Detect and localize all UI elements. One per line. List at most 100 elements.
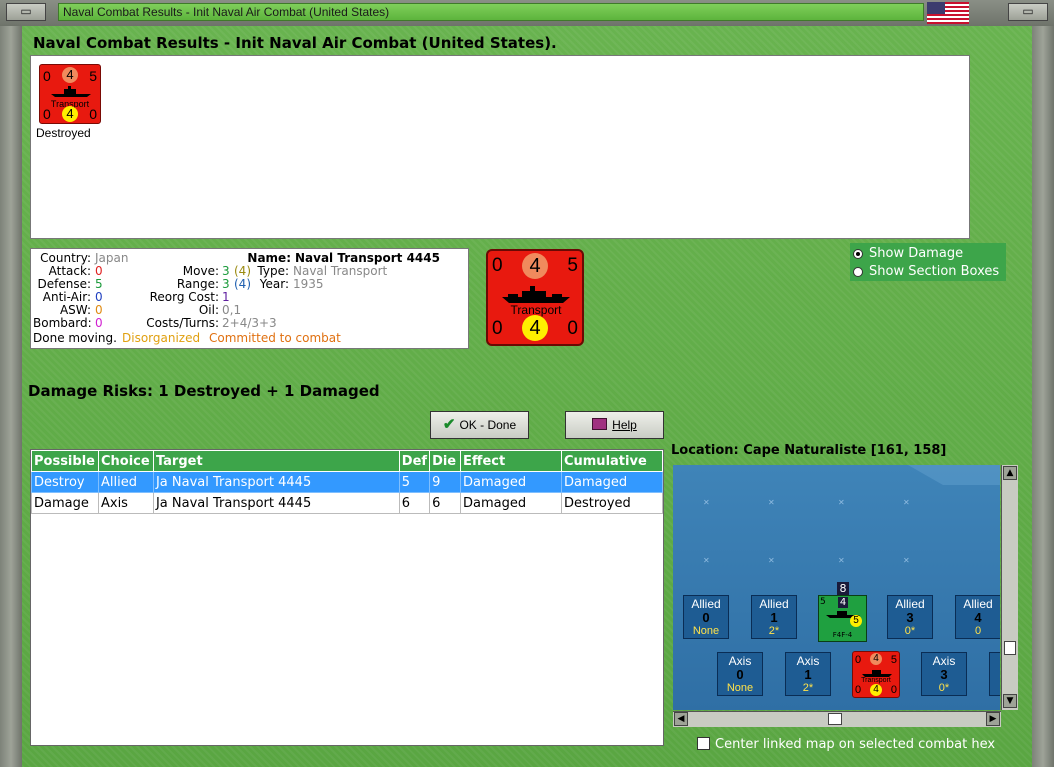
allied-box-title: Allied [691,597,721,611]
big-counter-attack-circle: 4 [522,253,548,279]
cell-effect: Damaged [460,471,562,493]
cell-def: 5 [398,471,431,493]
counter-bottom-left: 0 [43,106,51,122]
cell-cumulative: Damaged [560,471,663,493]
help-button[interactable]: Help [565,411,664,439]
window-close-button[interactable]: ▭ [1008,3,1048,21]
col-die[interactable]: Die [429,450,462,472]
col-target[interactable]: Target [152,450,400,472]
left-frame-rail [0,26,22,767]
window-menu-button[interactable]: ▭ [6,3,46,21]
axis-box-sub: None [726,682,754,694]
combat-hex-map[interactable]: ✕ ✕ ✕ ✕ ✕ ✕ ✕ ✕ Allied 0 None Allied 1 2* Alli… [673,465,1000,710]
carrier-left-value: 5 [820,597,826,607]
counter-defense-circle: 4 [62,106,78,122]
map-counter-defense-circle: 4 [870,684,882,696]
axis-box-sub: 2* [802,682,814,694]
table-header-row: Possible Choice Target Def Die Effect Cu… [31,450,663,472]
window-close-icon: ▭ [1022,4,1034,18]
col-cumulative[interactable]: Cumulative [560,450,663,472]
col-effect[interactable]: Effect [460,450,562,472]
allied-box-number: 3 [906,610,914,625]
axis-box-sub: 0* [938,682,950,694]
svg-text:✕: ✕ [838,556,845,565]
title-bar: ▭ Naval Combat Results - Init Naval Air … [0,0,1054,27]
year-label: Year: [259,277,289,291]
results-table-panel: Possible Choice Target Def Die Effect Cu… [30,449,664,746]
counter-top-right: 5 [89,68,97,84]
ok-done-button[interactable]: ✔ OK - Done [430,411,529,439]
carrier-label: F4F-4 [832,631,853,639]
allied-box-1: Allied 1 2* [751,595,797,639]
map-vertical-scrollbar[interactable]: ▲ ▼ [1001,465,1018,710]
map-horizontal-scrollbar[interactable]: ◀ ▶ [673,711,1001,727]
allied-box-number: 1 [770,610,778,625]
svg-text:✕: ✕ [838,498,845,507]
svg-text:✕: ✕ [768,556,775,565]
center-map-option[interactable]: Center linked map on selected combat hex [697,737,995,752]
cell-choice: Axis [97,492,154,514]
scroll-down-arrow-icon[interactable]: ▼ [1003,694,1017,708]
map-counter-attack-circle: 4 [870,653,882,665]
map-transport-counter[interactable]: 0 4 5 Transport 0 4 0 [852,651,900,698]
scroll-left-arrow-icon[interactable]: ◀ [674,712,688,726]
allied-box-sub: 0* [904,625,916,637]
right-frame-rail [1032,26,1054,767]
scroll-right-arrow-icon[interactable]: ▶ [986,712,1000,726]
allied-box-4: Allied 4 0 [955,595,1000,639]
col-def[interactable]: Def [398,450,431,472]
allied-box-0: Allied 0 None [683,595,729,639]
table-row[interactable]: Damage Axis Ja Naval Transport 4445 6 6 … [31,492,663,514]
col-choice[interactable]: Choice [97,450,154,472]
cell-cumulative: Destroyed [560,492,663,514]
horizontal-scroll-thumb[interactable] [828,713,842,725]
bombard-label: Bombard: [33,316,92,330]
big-counter-top-left: 0 [492,255,503,276]
results-table: Possible Choice Target Def Die Effect Cu… [31,450,663,514]
axis-box-1: Axis 1 2* [785,652,831,696]
table-row[interactable]: Destroy Allied Ja Naval Transport 4445 5… [31,471,663,493]
scroll-up-arrow-icon[interactable]: ▲ [1003,466,1017,480]
unit-status-label: Destroyed [36,126,91,140]
cell-target: Ja Naval Transport 4445 [152,492,400,514]
bombard-value: 0 [95,316,103,330]
map-counter-bottom-left: 0 [855,684,862,696]
big-counter-bottom-left: 0 [492,318,503,339]
carrier-air-counter[interactable]: 8 4 5 5 F4F-4 [818,582,867,642]
axis-box-3: Axis 3 0* [921,652,967,696]
carrier-mid-value: 4 [838,597,848,608]
map-counter-top-left: 0 [855,654,862,666]
map-counter-label: Transport [861,677,891,684]
svg-text:✕: ✕ [703,556,710,565]
big-counter-top-right: 5 [567,255,578,276]
vertical-scroll-thumb[interactable] [1004,641,1016,655]
unit-info-panel: Country: Japan Attack: 0 Defense: 5 Anti… [30,248,469,349]
col-possible[interactable]: Possible [31,450,99,472]
window-title: Naval Combat Results - Init Naval Air Co… [58,3,924,21]
us-flag-icon [927,2,969,24]
center-map-label: Center linked map on selected combat hex [715,737,996,752]
show-damage-radio[interactable] [853,249,863,259]
cell-def: 6 [398,492,431,514]
map-counter-top-right: 5 [890,654,897,666]
unit-list-panel[interactable]: 0 4 5 Transport 0 4 0 Destroyed [30,55,970,239]
checkmark-icon: ✔ [442,416,456,433]
transport-counter[interactable]: 0 4 5 Transport 0 4 0 [39,64,101,124]
allied-box-title: Allied [759,597,789,611]
location-label: Location: Cape Naturaliste [161, 158] [671,443,947,458]
show-section-boxes-radio[interactable] [853,267,863,277]
show-section-boxes-label: Show Section Boxes [869,264,1000,279]
selected-unit-counter: 0 4 5 Transport 0 4 0 [486,249,584,346]
window-menu-icon: ▭ [20,4,32,18]
allied-box-3: Allied 3 0* [887,595,933,639]
counter-top-left: 0 [43,68,51,84]
center-map-checkbox[interactable] [697,737,710,750]
svg-text:✕: ✕ [768,498,775,507]
cell-possible: Damage [31,492,99,514]
ship-silhouette-icon [51,86,91,97]
svg-text:✕: ✕ [903,556,910,565]
allied-box-sub: None [692,625,720,637]
allied-box-sub: 2* [768,625,780,637]
help-book-icon [592,418,608,430]
cell-target: Ja Naval Transport 4445 [152,471,400,493]
